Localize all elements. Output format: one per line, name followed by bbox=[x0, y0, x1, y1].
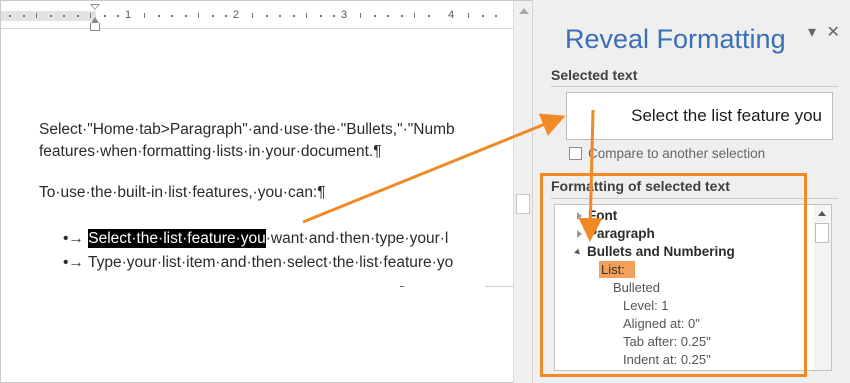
close-icon[interactable]: ✕ bbox=[826, 22, 839, 42]
divider bbox=[400, 286, 404, 287]
ruler-tick bbox=[36, 13, 37, 18]
ruler-tick bbox=[279, 15, 281, 17]
ruler-tick bbox=[360, 13, 361, 18]
paragraph-2: To·use·the·built-in·list·features,·you·c… bbox=[39, 184, 326, 201]
scroll-thumb[interactable] bbox=[815, 223, 829, 243]
ruler-margin bbox=[1, 11, 96, 21]
ruler-tick bbox=[481, 15, 484, 17]
formatting-highlight-box bbox=[540, 173, 807, 377]
ruler-tick bbox=[468, 13, 469, 18]
ruler-number-2: 2 bbox=[233, 9, 240, 21]
ruler-number-4: 4 bbox=[448, 9, 455, 21]
bullet-2-text: Type·your·list·item·and·then·select·the·… bbox=[87, 254, 454, 271]
tree-scrollbar[interactable] bbox=[814, 204, 832, 371]
document-page[interactable]: Select·"Home·tab>Paragraph"·and·use·the·… bbox=[1, 29, 513, 383]
ruler-tick bbox=[414, 13, 415, 18]
ruler-tick bbox=[103, 15, 106, 17]
ruler-tick bbox=[198, 13, 199, 18]
horizontal-ruler[interactable]: 1 2 3 4 bbox=[1, 1, 513, 31]
paragraph-1-line-1: Select·"Home·tab>Paragraph"·and·use·the·… bbox=[39, 121, 455, 138]
ruler-tick bbox=[252, 13, 253, 18]
divider bbox=[551, 86, 838, 87]
selected-text[interactable]: Select·the·list·feature·you bbox=[88, 229, 266, 248]
scroll-thumb[interactable] bbox=[516, 194, 530, 214]
ruler-tick bbox=[306, 13, 307, 18]
ruler-tick bbox=[144, 13, 145, 18]
ruler-tick bbox=[76, 15, 79, 17]
scroll-up-arrow-icon[interactable] bbox=[519, 8, 529, 14]
ruler-tick bbox=[22, 15, 25, 17]
pane-title: Reveal Formatting bbox=[565, 24, 786, 54]
compare-label: Compare to another selection bbox=[588, 146, 766, 161]
ruler-number-3: 3 bbox=[341, 9, 348, 21]
selected-text-box[interactable]: Select the list feature you bbox=[566, 92, 833, 140]
ruler-tick bbox=[171, 15, 173, 17]
paragraph-1-line-2: features·when·formatting·lists·in·your·d… bbox=[39, 143, 382, 160]
selected-text-preview: Select the list feature you bbox=[631, 106, 822, 125]
chevron-down-icon[interactable]: ▾ bbox=[808, 22, 816, 42]
scroll-up-arrow-icon[interactable] bbox=[818, 211, 826, 216]
ruler-tick bbox=[495, 15, 497, 17]
ruler-tick bbox=[427, 15, 430, 17]
ruler-tick bbox=[157, 15, 160, 17]
ruler-tick bbox=[333, 15, 335, 17]
ruler-number-1: 1 bbox=[125, 9, 132, 21]
ruler-tick bbox=[373, 15, 376, 17]
ruler-tick bbox=[292, 15, 295, 17]
ruler-tick bbox=[184, 15, 187, 17]
ruler-tick bbox=[211, 15, 214, 17]
document-scrollbar[interactable] bbox=[513, 1, 532, 383]
bullet-marker: •→ bbox=[63, 254, 84, 271]
bullet-1-rest: ·want·and·then·type·your·l bbox=[265, 230, 449, 247]
ruler-tick bbox=[9, 15, 11, 17]
document-window: 1 2 3 4 Select·"Home·tab>Paragraph"·and·… bbox=[0, 0, 532, 383]
ruler-tick bbox=[400, 15, 403, 17]
bullet-item-1: •→ Select·the·list·feature·you·want·and·… bbox=[63, 229, 449, 248]
bullet-marker: •→ bbox=[63, 230, 84, 247]
ruler-tick bbox=[90, 13, 91, 18]
ruler-tick bbox=[49, 15, 52, 17]
bullet-item-2: •→ Type·your·list·item·and·then·select·t… bbox=[63, 254, 453, 272]
ruler-tick bbox=[117, 15, 119, 17]
ruler-tick bbox=[265, 15, 268, 17]
ruler-tick bbox=[319, 15, 322, 17]
ruler-tick bbox=[387, 15, 389, 17]
ruler-tick bbox=[63, 15, 65, 17]
selected-text-label: Selected text bbox=[551, 67, 638, 83]
ruler-tick bbox=[225, 15, 227, 17]
compare-checkbox[interactable] bbox=[569, 147, 582, 160]
first-line-indent-marker[interactable] bbox=[90, 4, 100, 10]
divider bbox=[485, 286, 513, 287]
pane-controls: ▾ ✕ bbox=[808, 22, 846, 42]
compare-option[interactable]: Compare to another selection bbox=[569, 146, 765, 161]
